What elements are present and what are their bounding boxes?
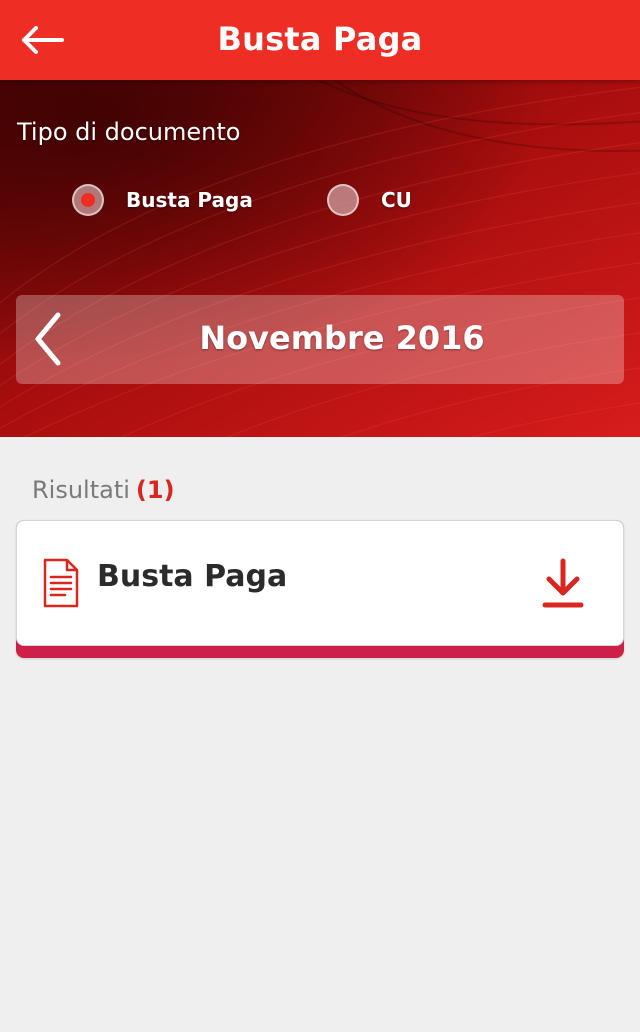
- radio-button-unselected[interactable]: [327, 184, 359, 216]
- result-title: Busta Paga: [97, 559, 288, 594]
- results-label: Risultati: [32, 476, 130, 504]
- download-button[interactable]: [537, 557, 589, 613]
- filter-panel: Tipo di documento Busta Paga CU Novembre…: [0, 80, 640, 437]
- app-screen: Busta Paga Tipo di documento Busta Paga …: [0, 0, 640, 1032]
- top-app-bar: Busta Paga: [0, 0, 640, 80]
- page-title: Busta Paga: [217, 20, 423, 58]
- radio-button-selected[interactable]: [72, 184, 104, 216]
- month-picker: Novembre 2016: [16, 295, 624, 384]
- radio-label-busta-paga: Busta Paga: [126, 188, 253, 212]
- results-heading: Risultati (1): [32, 476, 175, 504]
- doc-type-label: Tipo di documento: [17, 118, 241, 146]
- radio-dot: [81, 193, 95, 207]
- document-icon: [43, 558, 79, 608]
- download-icon: [542, 558, 584, 608]
- radio-busta-paga[interactable]: Busta Paga: [72, 180, 253, 220]
- results-count: (1): [135, 476, 175, 504]
- radio-label-cu: CU: [381, 188, 412, 212]
- month-label: Novembre 2016: [199, 319, 485, 357]
- result-item-body[interactable]: Busta Paga: [16, 520, 624, 646]
- result-item[interactable]: Busta Paga: [16, 520, 624, 658]
- radio-cu[interactable]: CU: [327, 180, 412, 220]
